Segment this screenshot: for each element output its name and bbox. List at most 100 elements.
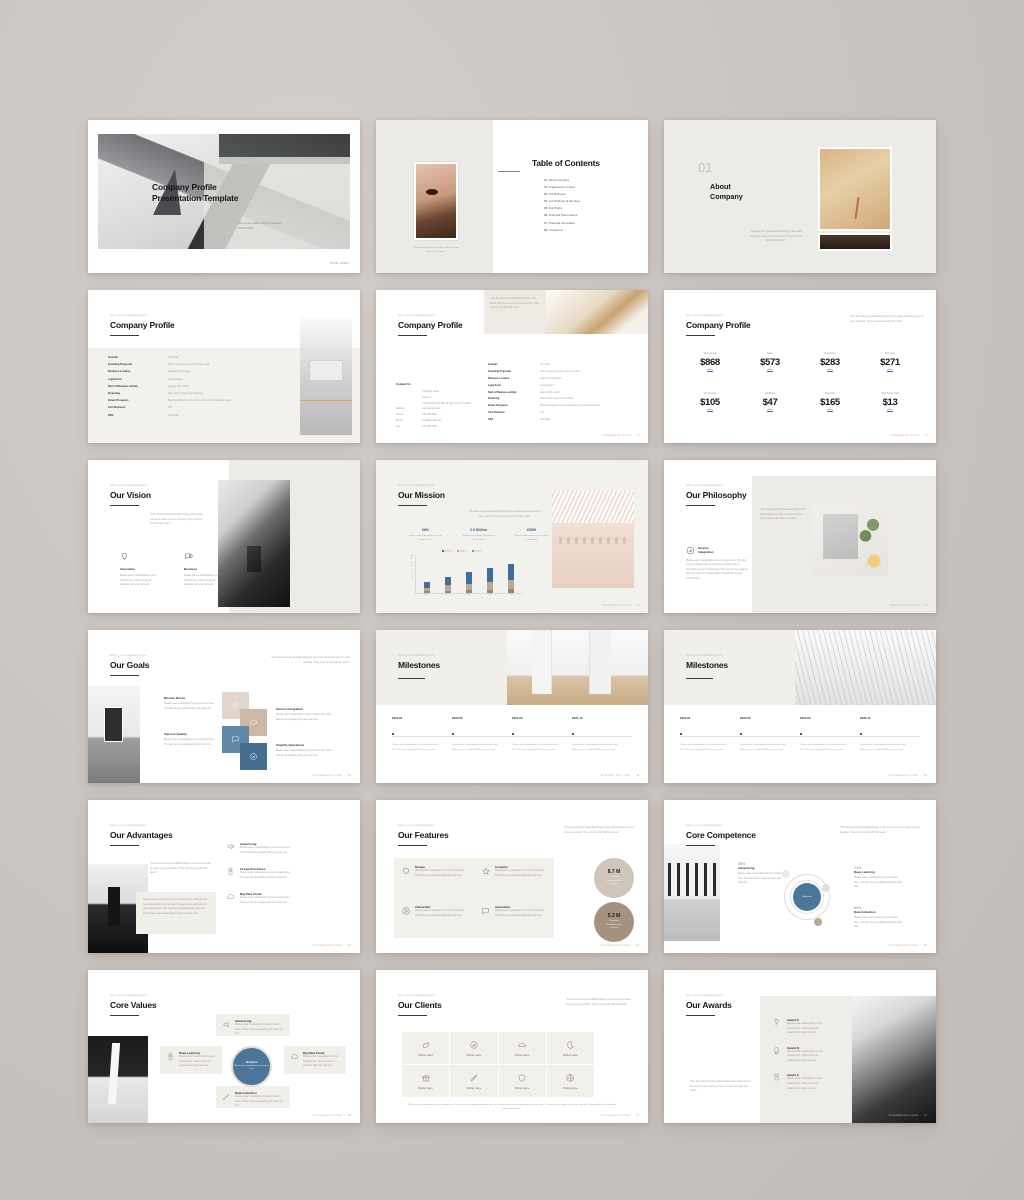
slide-section-about[interactable]: 01 About Company "The best and most beau… [664,120,936,273]
kpi: 68% Please enter a description of your co… [409,528,442,542]
client-tile[interactable]: Partner name [498,1065,546,1097]
lightbulb-icon [122,552,127,560]
milestone-item: 2020.01 Please enter a description of you… [392,716,438,751]
slide-footer: Presentation title or theme 16 [312,1115,351,1117]
toc-item[interactable]: 01 About Company [544,178,580,182]
title-rule [110,675,139,677]
kicker: Enter your subheading here [398,654,435,657]
title-rule [398,845,427,847]
milestones-photo [506,630,648,705]
page-title: Milestones [686,660,728,670]
kpi: 630M Please enter a description of your c… [515,528,548,542]
client-tile[interactable]: Partner name [546,1065,594,1097]
toc-caption: "The greatest happiness of life is the c… [413,247,459,254]
feature-cell: Design Please enter a description of your… [394,858,474,898]
award-item: Award C Please enter a description of yo… [774,1073,826,1091]
milestones-head-panel [664,630,795,705]
contact-row: Company Name [422,390,440,393]
client-tile[interactable]: Partner name [450,1065,498,1097]
toc-item[interactable]: 08 Contact Us [544,228,580,232]
title-rule [686,335,715,337]
mission-bar-chart: 140 120 100 80 60 40 20 0 2020 2021 2022 2023 … [404,556,522,602]
vision-item-label: Business [184,567,198,571]
pencil-icon [223,1093,230,1100]
slide-our-goals[interactable]: Enter your subheading here Our Goals "Th… [88,630,360,783]
milestone-item: 2023.03 Please enter a description of you… [800,716,846,751]
slide-our-awards[interactable]: Enter your subheading here Our Awards "T… [664,970,936,1123]
kicker: Enter your subheading here [110,824,147,827]
contact-row: Fax 123.456.7890 [396,424,437,428]
toc-item[interactable]: 07 Financial Information [544,221,580,225]
page-title: Our Vision [110,490,151,500]
toc-item[interactable]: 04 Our Products & Services [544,199,580,203]
milestone-item: 2020.05 Please enter a description of you… [452,716,498,751]
contact-row: Central Park N & 79th St New York, NY 10… [422,401,471,405]
compass-icon [686,546,695,555]
competence-quote: "The best and most beautiful things in t… [840,826,920,834]
slide-our-mission[interactable]: Enter your subheading here Our Mission "… [376,460,648,613]
contact-row: Website www.domain.com [396,407,441,411]
mission-header: Enter your subheading here Our Mission [398,484,445,507]
vision-item: Innovation Please enter a description of… [120,552,160,588]
slide-company-profile-stats[interactable]: Enter your subheading here Company Profi… [664,290,936,443]
slide-our-philosophy[interactable]: Enter your subheading here Our Philosoph… [664,460,936,613]
timeline: 2020.01 Please enter a description of you… [392,716,632,752]
client-tile[interactable]: Partner name [402,1065,450,1097]
value-card: Advertising Please enter a description of… [216,1014,290,1036]
slide-company-profile-contacts[interactable]: "The best and most beautiful things in t… [376,290,648,443]
table-row: CEO John Doe [488,418,551,422]
contact-row: Phone 123.456.7890 [396,413,437,417]
bar [423,582,430,593]
slide-table-of-contents[interactable]: "The greatest happiness of life is the c… [376,120,648,273]
chat-icon [232,736,239,743]
bar [444,576,451,593]
client-tile[interactable]: Partner name [498,1032,546,1064]
slide-core-competence[interactable]: Enter your subheading here Core Competen… [664,800,936,953]
section-title: About Company [710,182,743,201]
slide-our-vision[interactable]: Enter your subheading here Our Vision "T… [88,460,360,613]
slide-our-clients[interactable]: Enter your subheading here Our Clients "… [376,970,648,1123]
stats-grid: Total Assets $868 million Sales $573 million… [680,352,920,411]
slide-our-advantages[interactable]: Enter your subheading here Our Advantage… [88,800,360,953]
toc-item[interactable]: 03 Our Business [544,192,580,196]
slide-footer: Presentation title or theme 5 [602,435,639,437]
features-header: Enter your subheading here Our Features [398,824,449,847]
profile-header: Enter your subheading here Company Profi… [110,314,175,337]
page-title: Core Competence [686,830,756,840]
slide-cover[interactable]: Company Profile Presentation Template En… [88,120,360,273]
client-tile[interactable]: Partner name [546,1032,594,1064]
slide-core-values[interactable]: Enter your subheading here Core Values A… [88,970,360,1123]
values-header: Enter your subheading here Core Values [110,994,157,1017]
toc-item[interactable]: 06 Financial Performance [544,213,580,217]
slide-our-features[interactable]: Enter your subheading here Our Features … [376,800,648,953]
kicker: Enter your subheading here [686,314,723,317]
milestone-item: 2021.03 Please enter a description of you… [512,716,558,751]
mobile-pay-icon [228,868,233,876]
milestone-item: 2021.12 Please enter a description of you… [572,716,618,751]
toc-item[interactable]: 05 Our Works [544,206,580,210]
slide-milestones-b[interactable]: Enter your subheading here Milestones 20… [664,630,936,783]
features-quote: "The best and most beautiful things in t… [564,826,635,834]
client-tile[interactable]: Partner name [450,1032,498,1064]
table-row: Business Location Address of company [488,376,562,380]
award-item: Award A Please enter a description of yo… [774,1018,826,1036]
section-photo [818,147,892,231]
toc-photo [414,162,458,240]
slide-milestones-a[interactable]: Enter your subheading here Milestones 20… [376,630,648,783]
awards-header: Enter your subheading here Our Awards [686,994,732,1017]
contact-row: Email email@email.com [396,418,442,422]
client-tile[interactable]: Partner name [402,1032,450,1064]
chat-icon [185,553,193,560]
table-row: Core Business IOT [488,411,544,415]
stat-cell: Sales $573 million [760,352,780,371]
table-row: Business Location Address of company [108,370,191,374]
feature-cell: Interaction Please enter a description of… [394,898,474,938]
awards-photo [852,996,936,1123]
page-title: Our Awards [686,1000,732,1010]
kicker: Enter your subheading here [686,654,723,657]
slide-company-profile-table[interactable]: Enter your subheading here Company Profi… [88,290,360,443]
kicker: Enter your subheading here [110,654,147,657]
trophy-icon [774,1019,779,1026]
toc-item[interactable]: 02 Organization & Team [544,185,580,189]
kicker: Enter your subheading here [686,484,723,487]
